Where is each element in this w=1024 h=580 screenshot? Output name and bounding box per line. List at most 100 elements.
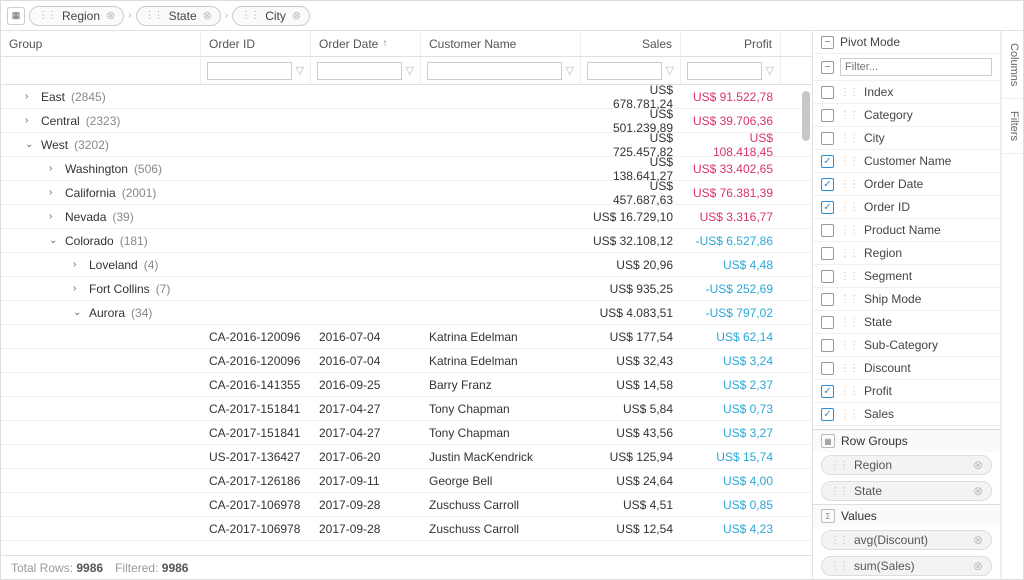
drag-handle-icon[interactable]: ⋮⋮ — [830, 486, 848, 497]
drag-handle-icon[interactable]: ⋮⋮ — [840, 363, 858, 374]
column-field-item[interactable]: ⋮⋮Ship Mode — [813, 288, 1000, 311]
close-icon[interactable]: ⊗ — [973, 458, 983, 472]
close-icon[interactable]: ⊗ — [973, 484, 983, 498]
group-row[interactable]: ›Nevada (39)US$ 16.729,10US$ 3.316,77 — [1, 205, 812, 229]
checkbox[interactable] — [821, 247, 834, 260]
table-row[interactable]: US-2017-1364272017-06-20Justin MacKendri… — [1, 445, 812, 469]
row-groups-list[interactable]: ⋮⋮Region⊗⋮⋮State⊗ — [813, 452, 1000, 504]
col-header-customer[interactable]: Customer Name — [421, 31, 581, 56]
value-pill[interactable]: ⋮⋮sum(Sales)⊗ — [821, 556, 992, 576]
filter-input-profit[interactable] — [687, 62, 762, 80]
checkbox[interactable] — [821, 316, 834, 329]
checkbox[interactable]: ✓ — [821, 408, 834, 421]
group-row[interactable]: ›Central (2323)US$ 501.239,89US$ 39.706,… — [1, 109, 812, 133]
chevron-right-icon[interactable]: › — [25, 91, 35, 102]
col-header-group[interactable]: Group — [1, 31, 201, 56]
chevron-right-icon[interactable]: › — [49, 163, 59, 174]
drag-handle-icon[interactable]: ⋮⋮ — [840, 179, 858, 190]
group-row[interactable]: ›California (2001)US$ 457.687,63US$ 76.3… — [1, 181, 812, 205]
chevron-down-icon[interactable]: ⌄ — [49, 235, 59, 246]
values-list[interactable]: ⋮⋮avg(Discount)⊗ ⋮⋮sum(Sales)⊗ — [813, 527, 1000, 579]
column-field-item[interactable]: ⋮⋮Segment — [813, 265, 1000, 288]
filter-input-order-date[interactable] — [317, 62, 402, 80]
close-icon[interactable]: ⊗ — [973, 559, 983, 573]
col-header-profit[interactable]: Profit — [681, 31, 781, 56]
funnel-icon[interactable]: ▽ — [766, 64, 774, 77]
value-pill[interactable]: ⋮⋮avg(Discount)⊗ — [821, 530, 992, 550]
collapse-icon[interactable]: − — [821, 36, 834, 49]
drag-handle-icon[interactable]: ⋮⋮ — [840, 294, 858, 305]
column-field-item[interactable]: ✓⋮⋮Customer Name — [813, 150, 1000, 173]
close-icon[interactable]: ⊗ — [973, 533, 983, 547]
chevron-down-icon[interactable]: ⌄ — [73, 307, 83, 318]
checkbox[interactable] — [821, 362, 834, 375]
drag-handle-icon[interactable]: ⋮⋮ — [840, 340, 858, 351]
column-filter-input[interactable] — [840, 58, 992, 76]
column-field-item[interactable]: ⋮⋮Discount — [813, 357, 1000, 380]
table-row[interactable]: CA-2017-1518412017-04-27Tony ChapmanUS$ … — [1, 421, 812, 445]
filter-input-customer[interactable] — [427, 62, 562, 80]
group-row[interactable]: ›Fort Collins (7)US$ 935,25-US$ 252,69 — [1, 277, 812, 301]
drag-handle-icon[interactable]: ⋮⋮ — [840, 271, 858, 282]
chevron-right-icon[interactable]: › — [49, 187, 59, 198]
column-field-item[interactable]: ✓⋮⋮Order ID — [813, 196, 1000, 219]
grid-icon[interactable]: ▦ — [7, 7, 25, 25]
col-header-order-id[interactable]: Order ID — [201, 31, 311, 56]
columns-list[interactable]: ⋮⋮Index⋮⋮Category⋮⋮City✓⋮⋮Customer Name ✓… — [813, 81, 1000, 429]
column-field-item[interactable]: ⋮⋮Sub-Category — [813, 334, 1000, 357]
chevron-right-icon[interactable]: › — [73, 259, 83, 270]
drag-handle-icon[interactable]: ⋮⋮ — [840, 133, 858, 144]
chevron-right-icon[interactable]: › — [73, 283, 83, 294]
checkbox[interactable]: ✓ — [821, 201, 834, 214]
col-header-sales[interactable]: Sales — [581, 31, 681, 56]
drag-handle-icon[interactable]: ⋮⋮ — [840, 409, 858, 420]
drag-handle-icon[interactable]: ⋮⋮ — [840, 202, 858, 213]
table-row[interactable]: CA-2016-1200962016-07-04Katrina EdelmanU… — [1, 325, 812, 349]
pivot-mode-row[interactable]: − Pivot Mode — [813, 31, 1000, 54]
close-icon[interactable]: ⊗ — [203, 9, 212, 22]
checkbox[interactable]: ✓ — [821, 178, 834, 191]
breadcrumb-chip-region[interactable]: ⋮⋮ Region ⊗ — [29, 6, 124, 26]
checkbox[interactable] — [821, 132, 834, 145]
funnel-icon[interactable]: ▽ — [666, 64, 674, 77]
close-icon[interactable]: ⊗ — [106, 9, 115, 22]
group-row[interactable]: ›East (2845)US$ 678.781,24US$ 91.522,78 — [1, 85, 812, 109]
grid-body[interactable]: ›East (2845)US$ 678.781,24US$ 91.522,78›… — [1, 85, 812, 555]
group-row[interactable]: ⌄West (3202)US$ 725.457,82US$ 108.418,45 — [1, 133, 812, 157]
table-row[interactable]: CA-2016-1200962016-07-04Katrina EdelmanU… — [1, 349, 812, 373]
column-field-item[interactable]: ⋮⋮Region — [813, 242, 1000, 265]
drag-handle-icon[interactable]: ⋮⋮ — [840, 248, 858, 259]
filter-input-order-id[interactable] — [207, 62, 292, 80]
table-row[interactable]: CA-2016-1413552016-09-25Barry FranzUS$ 1… — [1, 373, 812, 397]
close-icon[interactable]: ⊗ — [292, 9, 301, 22]
drag-handle-icon[interactable]: ⋮⋮ — [840, 225, 858, 236]
checkbox[interactable] — [821, 293, 834, 306]
column-field-item[interactable]: ⋮⋮City — [813, 127, 1000, 150]
drag-handle-icon[interactable]: ⋮⋮ — [830, 535, 848, 546]
breadcrumb-chip-city[interactable]: ⋮⋮ City ⊗ — [232, 6, 310, 26]
group-row[interactable]: ›Washington (506)US$ 138.641,27US$ 33.40… — [1, 157, 812, 181]
table-row[interactable]: CA-2017-1069782017-09-28Zuschuss Carroll… — [1, 493, 812, 517]
drag-handle-icon[interactable]: ⋮⋮ — [840, 317, 858, 328]
drag-handle-icon[interactable]: ⋮⋮ — [830, 460, 848, 471]
values-header[interactable]: Σ Values — [813, 505, 1000, 527]
checkbox[interactable] — [821, 109, 834, 122]
column-field-item[interactable]: ⋮⋮Category — [813, 104, 1000, 127]
column-field-item[interactable]: ⋮⋮State — [813, 311, 1000, 334]
drag-handle-icon[interactable]: ⋮⋮ — [840, 386, 858, 397]
column-field-item[interactable]: ⋮⋮Index — [813, 81, 1000, 104]
drag-handle-icon[interactable]: ⋮⋮ — [830, 561, 848, 572]
scrollbar-thumb[interactable] — [802, 91, 810, 141]
row-groups-header[interactable]: ▦ Row Groups — [813, 430, 1000, 452]
funnel-icon[interactable]: ▽ — [296, 64, 304, 77]
checkbox[interactable]: ✓ — [821, 385, 834, 398]
scrollbar[interactable] — [800, 85, 812, 555]
table-row[interactable]: CA-2017-1069782017-09-28Zuschuss Carroll… — [1, 517, 812, 541]
tab-filters[interactable]: Filters — [1002, 99, 1023, 154]
funnel-icon[interactable]: ▽ — [566, 64, 574, 77]
chevron-right-icon[interactable]: › — [49, 211, 59, 222]
row-group-pill[interactable]: ⋮⋮State⊗ — [821, 481, 992, 501]
table-row[interactable]: CA-2017-1518412017-04-27Tony ChapmanUS$ … — [1, 397, 812, 421]
breadcrumb-chip-state[interactable]: ⋮⋮ State ⊗ — [136, 6, 221, 26]
checkbox[interactable] — [821, 270, 834, 283]
